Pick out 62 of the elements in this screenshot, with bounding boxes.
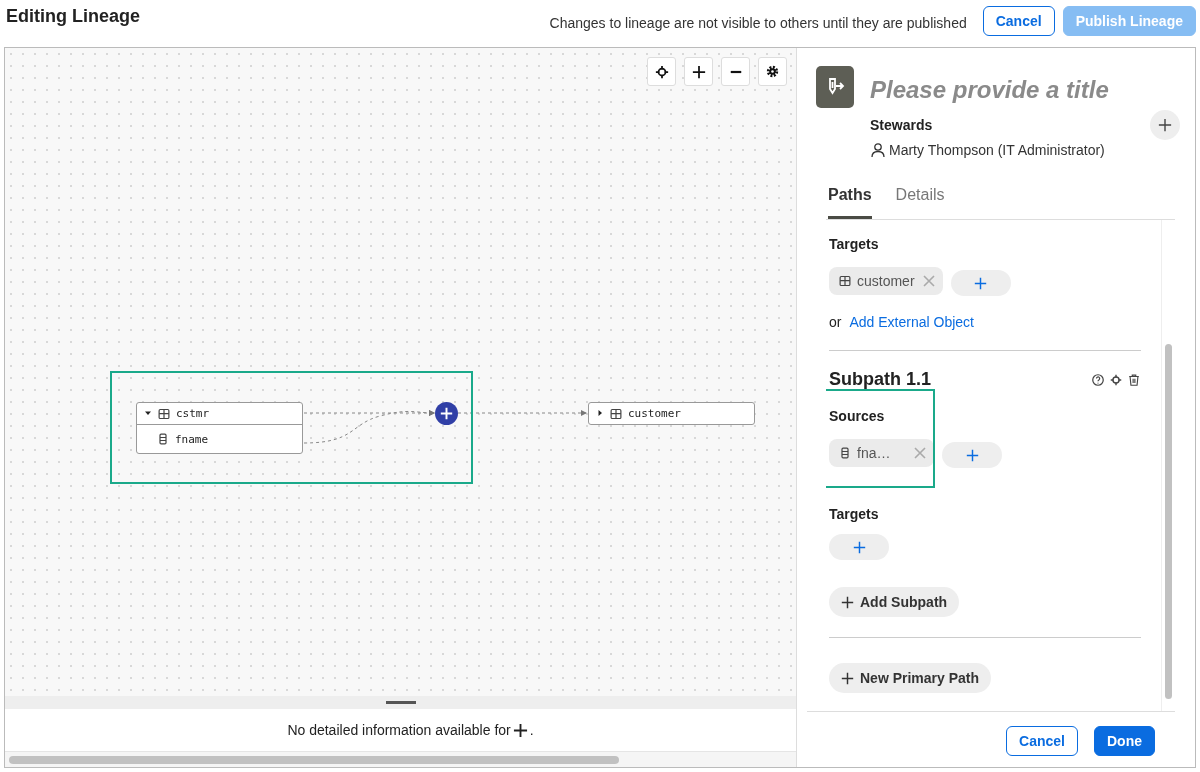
steward-name: Marty Thompson (IT Administrator) xyxy=(889,142,1105,158)
plus-icon xyxy=(512,722,528,738)
table-node[interactable]: cstmr fname xyxy=(136,402,303,454)
scrollbar-thumb[interactable] xyxy=(9,756,619,764)
add-node-button[interactable] xyxy=(435,402,458,425)
table-node[interactable]: customer xyxy=(588,402,755,425)
locate-button[interactable] xyxy=(647,57,676,86)
target-chip[interactable]: customer xyxy=(829,267,943,295)
add-external-object-link[interactable]: Add External Object xyxy=(849,314,974,330)
details-message-end: . xyxy=(529,722,534,738)
details-message: No detailed information available for xyxy=(287,722,511,738)
tab[interactable]: Paths xyxy=(828,186,872,219)
plus-icon xyxy=(1158,118,1172,132)
plus-icon xyxy=(852,540,866,554)
done-button[interactable]: Done xyxy=(1094,725,1155,756)
settings-button[interactable] xyxy=(758,57,787,86)
cancel-button[interactable]: Cancel xyxy=(982,6,1055,36)
table-icon xyxy=(158,407,170,420)
table-icon xyxy=(610,407,622,420)
targets-label: Targets xyxy=(829,236,880,252)
plus-icon xyxy=(440,407,453,420)
subpath-title: Subpath 1.1 xyxy=(829,369,931,390)
new-primary-path-button[interactable]: New Primary Path xyxy=(829,663,992,693)
plus-icon xyxy=(974,276,988,290)
zoom-out-button[interactable] xyxy=(721,57,750,86)
targets-label: Targets xyxy=(829,506,880,522)
page-title: Editing Lineage xyxy=(6,6,141,27)
locate-icon xyxy=(1109,372,1123,387)
zoom-in-button[interactable] xyxy=(684,57,713,86)
or-text: or xyxy=(829,314,842,330)
sources-label: Sources xyxy=(829,408,886,424)
title-field[interactable]: Please provide a title xyxy=(870,72,1170,108)
cancel-button[interactable]: Cancel xyxy=(1006,725,1078,756)
source-chip[interactable]: fna… xyxy=(829,439,935,467)
chip-label: customer xyxy=(857,273,915,289)
chip-label: fna… xyxy=(857,445,891,461)
plus-icon xyxy=(965,448,979,462)
plus-icon xyxy=(841,595,854,609)
trash-icon xyxy=(1127,372,1141,387)
zoom-in-icon xyxy=(691,64,706,79)
help-icon xyxy=(1091,372,1105,387)
locate-icon xyxy=(654,64,669,79)
plus-icon xyxy=(841,671,854,685)
add-steward-button[interactable] xyxy=(1150,110,1180,140)
publish-notice: Changes to lineage are not visible to others until they are published xyxy=(549,15,967,31)
tab[interactable]: Details xyxy=(895,186,945,219)
close-icon xyxy=(912,445,929,461)
column-icon xyxy=(839,447,851,459)
node-label: fname xyxy=(175,432,209,446)
column-icon xyxy=(157,433,169,445)
scrollbar-thumb[interactable] xyxy=(1165,344,1172,699)
resize-handle[interactable] xyxy=(385,701,416,704)
settings-icon xyxy=(766,65,779,78)
caret-icon xyxy=(596,409,604,417)
table-icon xyxy=(839,275,851,287)
person-icon xyxy=(870,142,886,158)
stewards-label: Stewards xyxy=(870,117,933,133)
close-icon xyxy=(920,273,937,289)
node-label: customer xyxy=(628,407,681,420)
caret-icon xyxy=(144,409,152,417)
node-label: cstmr xyxy=(176,407,210,420)
add-subpath-button[interactable]: Add Subpath xyxy=(829,587,960,617)
